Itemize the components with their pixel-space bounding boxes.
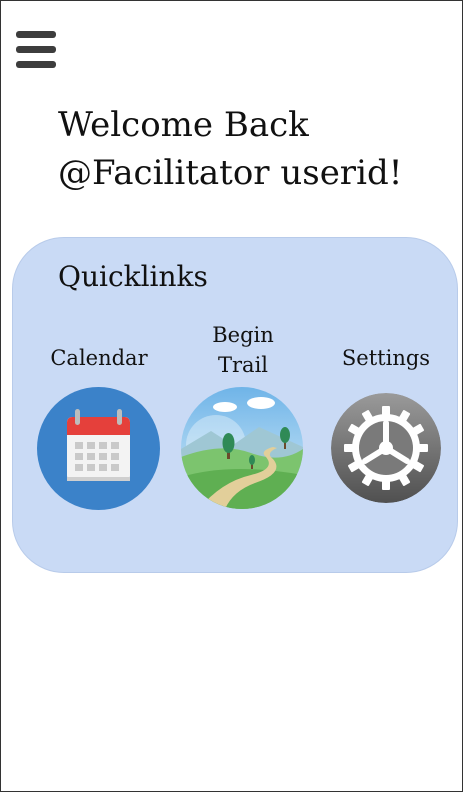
gear-icon[interactable] — [331, 393, 441, 503]
trail-landscape-icon[interactable] — [181, 387, 303, 509]
user-id-line: @Facilitator userid! — [58, 153, 403, 193]
welcome-heading: Welcome Back @Facilitator userid! — [58, 101, 402, 197]
begin-trail-label-line1: Begin — [212, 323, 274, 347]
quicklinks-panel: Quicklinks Calendar Begin Trail Settings — [12, 237, 458, 573]
app-screen: Welcome Back @Facilitator userid! Quickl… — [0, 0, 463, 792]
hamburger-menu-icon[interactable] — [16, 31, 56, 69]
settings-label: Settings — [341, 346, 431, 370]
calendar-icon[interactable] — [37, 387, 160, 510]
welcome-line: Welcome Back — [58, 105, 309, 145]
begin-trail-label-line2: Trail — [218, 353, 268, 377]
calendar-label: Calendar — [50, 346, 148, 370]
quicklinks-title: Quicklinks — [58, 260, 208, 293]
begin-trail-label: Begin Trail — [183, 320, 303, 380]
